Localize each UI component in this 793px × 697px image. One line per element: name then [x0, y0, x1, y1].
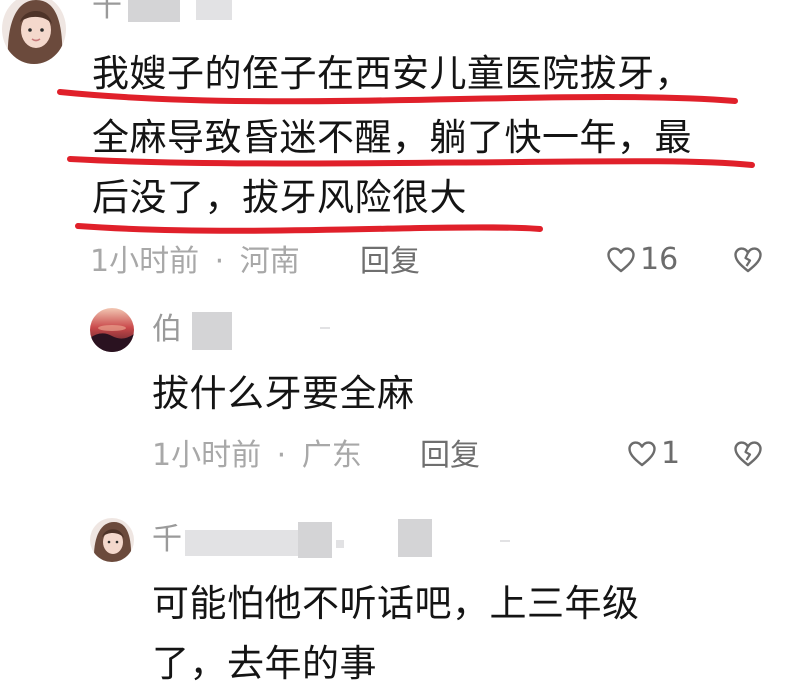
heart-outline-icon — [627, 440, 657, 468]
broken-heart-icon — [733, 246, 763, 274]
dislike-button[interactable] — [733, 440, 763, 468]
username-redaction — [185, 530, 300, 556]
comment-location: 河南 — [239, 244, 300, 279]
username-redaction — [196, 0, 232, 20]
comment-text-line: 我嫂子的侄子在西安儿童医院拔牙， — [92, 52, 692, 95]
comment-location: 广东 — [301, 438, 362, 473]
comment-text-line: 后没了，拔牙风险很大 — [92, 176, 467, 219]
avatar-image — [90, 308, 134, 352]
like-count: 16 — [640, 242, 679, 277]
comment-time: 1小时前 — [152, 438, 262, 473]
red-underline-line-3 — [75, 223, 543, 234]
like-count: 1 — [661, 436, 681, 471]
username-redaction — [500, 540, 510, 542]
comment-text-line: 了，去年的事 — [152, 642, 377, 685]
username-comment-1[interactable]: 千 — [92, 0, 122, 22]
meta-separator: · — [276, 438, 287, 473]
like-button[interactable]: 16 — [606, 245, 678, 275]
like-button[interactable]: 1 — [627, 439, 680, 469]
heart-outline-icon — [606, 246, 636, 274]
comment-meta: 1小时前 · 广东 — [152, 441, 362, 471]
username-redaction — [192, 312, 232, 350]
reply-button[interactable]: 回复 — [360, 247, 420, 277]
broken-heart-icon — [733, 440, 763, 468]
comment-time: 1小时前 — [90, 244, 200, 279]
username-redaction — [398, 519, 432, 557]
reply-button[interactable]: 回复 — [420, 441, 480, 471]
username-redaction — [336, 540, 344, 548]
avatar-image — [90, 518, 134, 562]
avatar-image — [2, 0, 66, 64]
comment-text-line: 全麻导致昏迷不醒，躺了快一年，最 — [92, 116, 692, 159]
avatar-comment-1[interactable] — [2, 0, 66, 64]
username-comment-3[interactable]: 千 — [152, 525, 182, 555]
username-redaction — [320, 327, 330, 329]
comment-text-line: 拔什么牙要全麻 — [152, 372, 415, 415]
comment-meta: 1小时前 · 河南 — [90, 247, 300, 277]
username-redaction — [128, 0, 180, 22]
username-comment-2[interactable]: 伯 — [152, 315, 182, 345]
comment-text-line: 可能怕他不听话吧，上三年级 — [152, 582, 640, 625]
avatar-comment-2[interactable] — [90, 308, 134, 352]
dislike-button[interactable] — [733, 246, 763, 274]
meta-separator: · — [214, 244, 225, 279]
avatar-comment-3[interactable] — [90, 518, 134, 562]
username-redaction — [298, 522, 332, 558]
